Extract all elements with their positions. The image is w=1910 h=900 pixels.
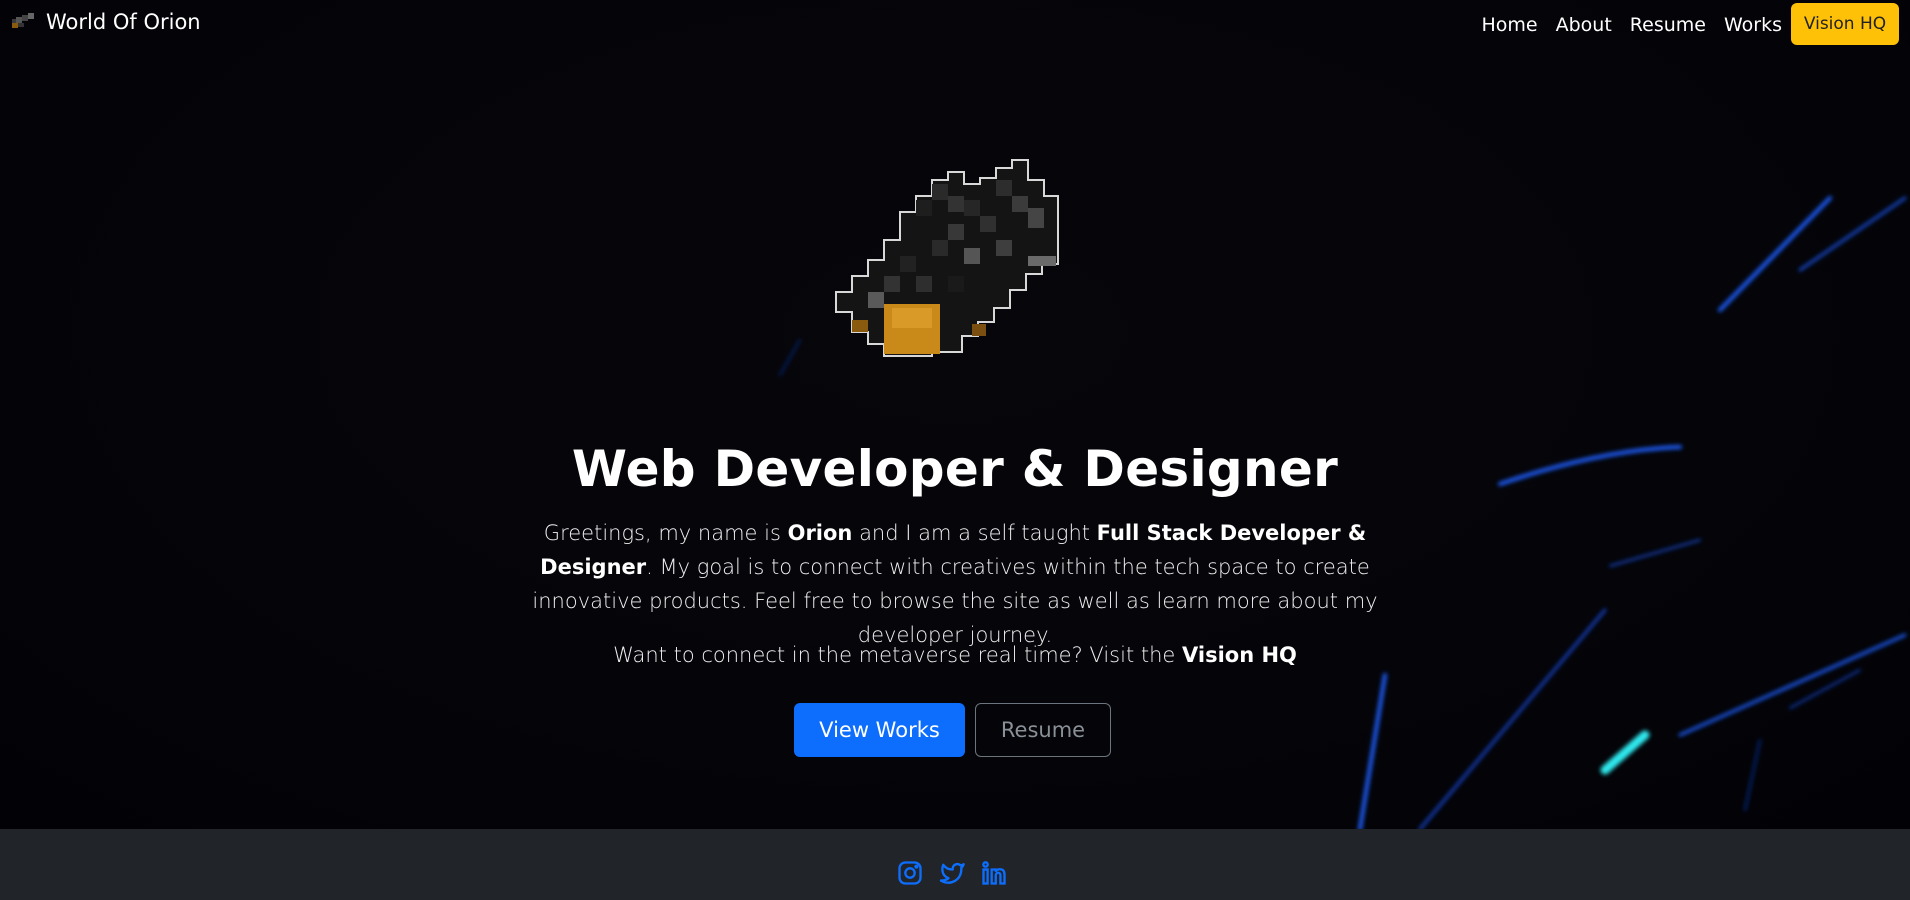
twitter-icon[interactable] [938,859,966,887]
hero-headline: Web Developer & Designer [571,440,1339,498]
vision-hq-button[interactable]: Vision HQ [1791,3,1899,45]
social-links [896,859,1008,887]
brand[interactable]: World Of Orion [8,10,201,34]
vision-hq-link[interactable]: Vision HQ [1182,643,1297,667]
instagram-icon[interactable] [896,859,924,887]
nav-link-resume[interactable]: Resume [1630,14,1706,36]
invite-text: Want to connect in the metaverse real ti… [613,643,1182,667]
hero-buttons: View Works Resume [794,703,1111,757]
nav-link-works[interactable]: Works [1724,14,1782,36]
footer [0,829,1910,900]
orion-pixel-logo-icon [12,13,34,28]
intro-text-3: . My goal is to connect with creatives w… [532,555,1378,647]
intro-name: Orion [787,521,853,545]
vision-hq-invite: Want to connect in the metaverse real ti… [0,643,1910,667]
pixel-feather-avatar-icon [835,159,1059,357]
nav-links: Home About Resume Works [1482,14,1783,36]
hero-section: World Of Orion Home About Resume Works V… [0,0,1910,829]
intro-text-1: Greetings, my name is [543,521,788,545]
linkedin-icon[interactable] [980,859,1008,887]
navbar: World Of Orion Home About Resume Works V… [0,0,1910,52]
nav-link-home[interactable]: Home [1482,14,1538,36]
resume-button[interactable]: Resume [975,703,1111,757]
view-works-button[interactable]: View Works [794,703,965,757]
hero-intro: Greetings, my name is Orion and I am a s… [488,516,1422,652]
nav-link-about[interactable]: About [1556,14,1612,36]
intro-text-2: and I am a self taught [852,521,1097,545]
brand-name: World Of Orion [46,10,201,34]
